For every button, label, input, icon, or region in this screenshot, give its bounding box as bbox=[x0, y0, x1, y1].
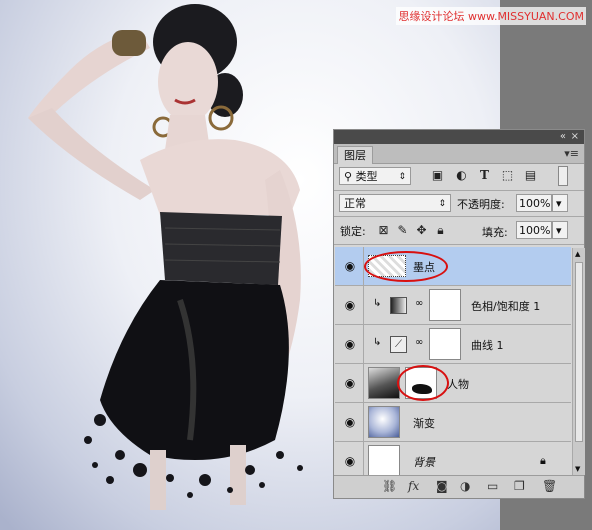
link-icon: ∞ bbox=[415, 298, 424, 309]
panel-menu-icon[interactable]: ▾≡ bbox=[564, 147, 579, 160]
lock-transparency-icon[interactable]: ⊠ bbox=[376, 223, 391, 238]
clipping-arrow-icon: ↳ bbox=[373, 337, 382, 348]
layer-row[interactable]: ◉ 渐变 bbox=[335, 403, 571, 442]
layer-name: 色相/饱和度 1 bbox=[471, 300, 541, 313]
panel-title-bar[interactable]: « × bbox=[334, 130, 584, 144]
close-icon[interactable]: × bbox=[571, 130, 579, 144]
lock-pixels-icon[interactable]: ✎ bbox=[395, 223, 410, 238]
fill-label: 填充: bbox=[482, 226, 508, 239]
lock-icon: 🔒︎ bbox=[540, 454, 546, 467]
visibility-eye-icon[interactable]: ◉ bbox=[343, 298, 357, 312]
annotation-circle bbox=[397, 365, 449, 401]
trash-icon[interactable]: 🗑︎ bbox=[542, 479, 557, 493]
divider bbox=[334, 190, 584, 191]
scrollbar-thumb[interactable] bbox=[575, 262, 583, 442]
visibility-eye-icon[interactable]: ◉ bbox=[343, 376, 357, 390]
filter-toggle-switch[interactable] bbox=[558, 166, 568, 186]
watermark-text: 思缘设计论坛 www.MISSYUAN.COM bbox=[396, 7, 586, 25]
folder-icon[interactable]: ▭ bbox=[487, 479, 498, 493]
filter-kind-select[interactable]: ⚲ 类型 ⇕ bbox=[339, 167, 411, 185]
scroll-down-icon[interactable]: ▼ bbox=[575, 465, 580, 473]
chevron-down-icon: ▾ bbox=[556, 197, 562, 210]
divider bbox=[334, 216, 584, 217]
filter-kind-value: 类型 bbox=[355, 170, 378, 183]
divider bbox=[363, 364, 364, 402]
blend-mode-select[interactable]: 正常 ⇕ bbox=[339, 194, 451, 212]
fx-icon[interactable]: fx bbox=[408, 479, 419, 493]
stepper-icon: ⇕ bbox=[438, 199, 446, 209]
annotation-circle bbox=[364, 251, 448, 282]
stepper-icon: ⇕ bbox=[398, 172, 406, 182]
lock-all-icon[interactable]: 🔒︎ bbox=[433, 223, 448, 238]
layer-thumbnail bbox=[368, 367, 400, 399]
layer-thumbnail bbox=[368, 406, 400, 438]
layer-row[interactable]: ◉ ↳ ∞ 色相/饱和度 1 bbox=[335, 286, 571, 325]
fill-dropdown-button[interactable]: ▾ bbox=[552, 221, 568, 239]
layers-scrollbar[interactable]: ▲ ▼ bbox=[572, 248, 585, 475]
layer-row[interactable]: ◉ ↳ ⟋ ∞ 曲线 1 bbox=[335, 325, 571, 364]
clipping-arrow-icon: ↳ bbox=[373, 298, 382, 309]
visibility-eye-icon[interactable]: ◉ bbox=[343, 337, 357, 351]
blend-mode-value: 正常 bbox=[344, 197, 366, 210]
layers-panel: « × 图层 ▾≡ ⚲ 类型 ⇕ ▣ ◐ T ⬚ ▤ 正常 ⇕ 不透明度: 10… bbox=[333, 129, 585, 499]
smart-object-filter-icon[interactable]: ▤ bbox=[523, 168, 538, 183]
fill-input[interactable]: 100% bbox=[516, 221, 552, 239]
mask-icon[interactable]: ◙ bbox=[436, 479, 448, 493]
layer-mask-thumbnail bbox=[429, 328, 461, 360]
shape-filter-icon[interactable]: ⬚ bbox=[500, 168, 515, 183]
layer-name: 背景 bbox=[413, 456, 435, 469]
adjustment-icon[interactable]: ◑ bbox=[460, 479, 470, 493]
layer-name: 曲线 1 bbox=[471, 339, 504, 352]
search-icon: ⚲ bbox=[344, 170, 353, 183]
new-layer-icon[interactable]: ❐ bbox=[514, 479, 525, 493]
visibility-eye-icon[interactable]: ◉ bbox=[343, 259, 357, 273]
layer-name: 人物 bbox=[447, 378, 469, 391]
opacity-label: 不透明度: bbox=[457, 198, 505, 211]
chevron-down-icon: ▾ bbox=[556, 224, 562, 237]
pixel-filter-icon[interactable]: ▣ bbox=[430, 168, 445, 183]
scroll-up-icon[interactable]: ▲ bbox=[575, 250, 580, 258]
double-chevron-left-icon[interactable]: « bbox=[560, 130, 566, 144]
curves-icon: ⟋ bbox=[390, 336, 407, 353]
opacity-input[interactable]: 100% bbox=[516, 194, 552, 212]
visibility-eye-icon[interactable]: ◉ bbox=[343, 415, 357, 429]
lock-position-icon[interactable]: ✥ bbox=[414, 223, 429, 238]
tab-layers[interactable]: 图层 bbox=[337, 146, 373, 164]
panel-bottom-toolbar: ⛓ fx ◙ ◑ ▭ ❐ 🗑︎ bbox=[334, 475, 584, 498]
type-filter-icon[interactable]: T bbox=[477, 168, 492, 183]
layer-row[interactable]: ◉ 人物 bbox=[335, 364, 571, 403]
layer-name: 渐变 bbox=[413, 417, 435, 430]
visibility-eye-icon[interactable]: ◉ bbox=[343, 454, 357, 468]
divider bbox=[334, 244, 584, 245]
layer-thumbnail bbox=[368, 445, 400, 477]
hue-saturation-icon bbox=[390, 297, 407, 314]
link-icon[interactable]: ⛓ bbox=[382, 479, 397, 493]
divider bbox=[363, 325, 364, 363]
adjustment-filter-icon[interactable]: ◐ bbox=[454, 168, 469, 183]
divider bbox=[363, 286, 364, 324]
panel-tab-row: 图层 ▾≡ bbox=[334, 144, 584, 164]
link-icon: ∞ bbox=[415, 337, 424, 348]
lock-label: 锁定: bbox=[340, 225, 366, 238]
layer-mask-thumbnail bbox=[429, 289, 461, 321]
opacity-dropdown-button[interactable]: ▾ bbox=[552, 194, 568, 212]
divider bbox=[363, 403, 364, 441]
